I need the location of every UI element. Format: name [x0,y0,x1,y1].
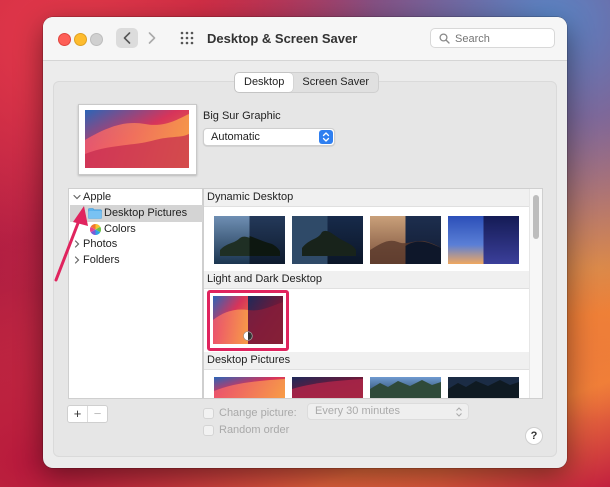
color-wheel-icon [90,224,101,235]
source-sidebar: Apple Desktop Pictures Colors Photos Fol… [68,188,203,399]
forward-button[interactable] [141,28,163,48]
section-header-light-and-dark: Light and Dark Desktop [204,271,533,289]
help-button[interactable]: ? [525,427,543,445]
current-wallpaper-preview [78,104,197,175]
chevron-left-icon [123,32,131,44]
add-remove-control: + − [67,405,108,423]
chevron-right-icon[interactable] [73,256,81,264]
change-picture-label: Change picture: [219,407,297,419]
close-window-button[interactable] [58,33,71,46]
random-order-checkbox[interactable] [203,425,214,436]
sidebar-item-label: Desktop Pictures [104,207,188,219]
wallpaper-browser: Dynamic Desktop Light and Dark Desktop D… [203,188,543,399]
wallpaper-thumbnail[interactable] [370,216,441,264]
search-icon [439,33,450,44]
appearance-popup[interactable]: Automatic [203,128,335,146]
wallpaper-thumbnail[interactable] [370,377,441,398]
remove-folder-button[interactable]: − [88,406,107,422]
sidebar-item-label: Apple [83,191,112,203]
preferences-window: Desktop & Screen Saver Desktop Screen Sa… [43,17,567,468]
wallpaper-thumbnail[interactable] [292,216,363,264]
appearance-popup-value: Automatic [211,131,260,143]
wallpaper-thumbnail[interactable] [214,377,285,398]
popup-stepper-icon [319,130,333,144]
chevron-right-icon[interactable] [73,240,81,248]
popup-stepper-icon [456,407,462,417]
folder-icon [88,208,102,219]
scrollbar-thumb[interactable] [533,195,539,239]
back-button[interactable] [116,28,138,48]
tab-screen-saver[interactable]: Screen Saver [293,73,378,92]
browser-scrollbar[interactable] [529,189,542,398]
zoom-window-button[interactable] [90,33,103,46]
random-order-label: Random order [219,424,290,436]
search-field[interactable] [430,28,555,48]
show-all-grid-icon[interactable] [180,31,194,45]
wallpaper-thumbnail[interactable] [448,216,519,264]
wallpaper-name: Big Sur Graphic [203,110,281,122]
sidebar-item-label: Colors [104,223,136,235]
search-input[interactable] [453,31,552,47]
chevron-right-icon [148,32,156,44]
chevron-down-icon[interactable] [73,193,81,201]
window-title: Desktop & Screen Saver [207,31,358,46]
change-interval-value: Every 30 minutes [315,405,400,417]
tab-bar: Desktop Screen Saver [234,72,380,93]
wallpaper-thumbnail[interactable] [214,216,285,264]
change-interval-popup[interactable]: Every 30 minutes [307,403,469,420]
sidebar-item-label: Folders [83,254,120,266]
change-picture-checkbox[interactable] [203,408,214,419]
tab-desktop[interactable]: Desktop [235,73,294,92]
wallpaper-thumbnail[interactable] [448,377,519,398]
minimize-window-button[interactable] [74,33,87,46]
section-header-dynamic-desktop: Dynamic Desktop [204,189,533,207]
sidebar-item-label: Photos [83,238,118,250]
wallpaper-thumbnail[interactable] [292,377,363,398]
add-folder-button[interactable]: + [68,406,88,422]
title-bar: Desktop & Screen Saver [43,17,567,61]
selection-highlight-box [207,290,289,351]
section-header-desktop-pictures: Desktop Pictures [204,352,533,370]
